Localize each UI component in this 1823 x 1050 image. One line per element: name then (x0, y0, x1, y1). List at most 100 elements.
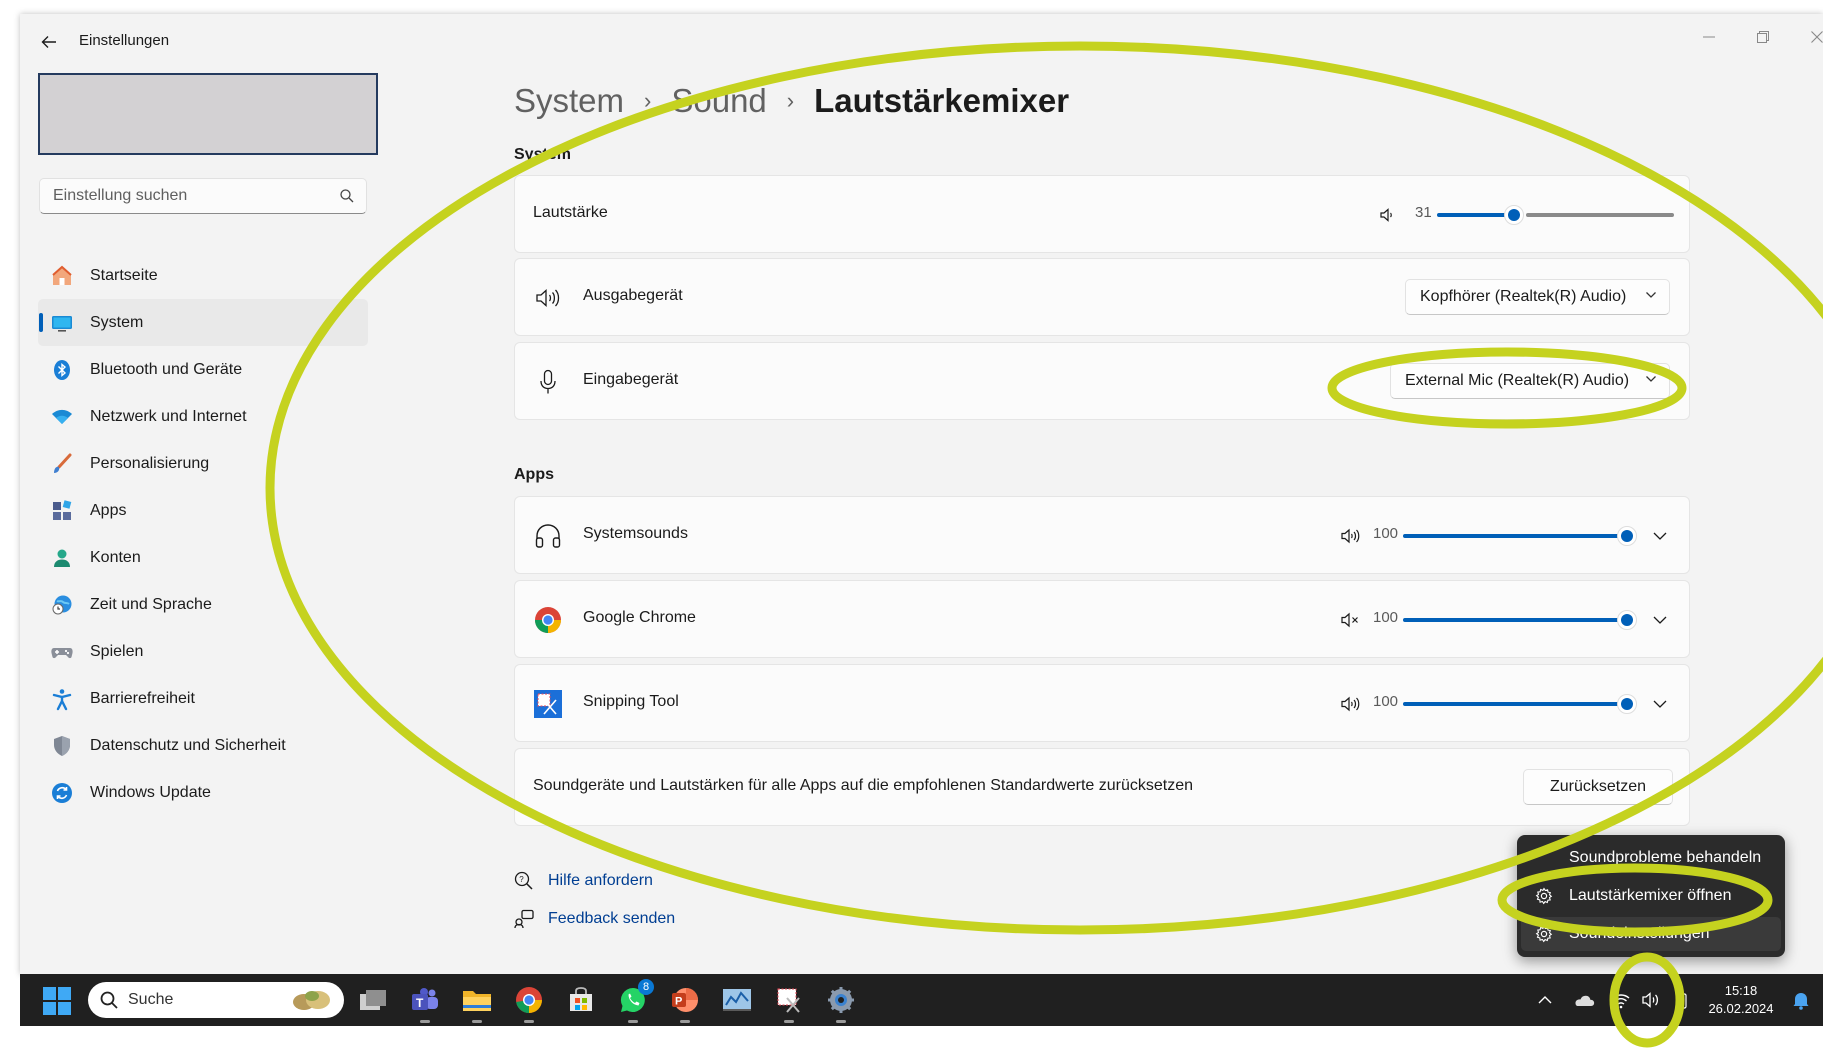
breadcrumb-system-link[interactable]: System (514, 82, 624, 120)
slider-thumb[interactable] (1504, 205, 1525, 225)
muted-speaker-icon[interactable] (1339, 605, 1363, 635)
slider-thumb[interactable] (1617, 694, 1637, 714)
back-button[interactable] (34, 28, 64, 56)
app-volume-slider[interactable] (1403, 605, 1637, 635)
monitor-icon (47, 308, 77, 338)
microphone-icon (533, 367, 563, 397)
taskbar-clock[interactable]: 15:18 26.02.2024 (1706, 982, 1776, 1018)
gear-icon (1535, 887, 1557, 905)
home-icon (47, 261, 77, 291)
taskbar-explorer[interactable] (460, 983, 494, 1023)
chevron-up-icon (1538, 996, 1552, 1004)
taskbar-snipping-tool[interactable] (772, 983, 806, 1023)
cloud-icon (1575, 995, 1595, 1006)
breadcrumb-sound-link[interactable]: Sound (671, 82, 766, 120)
bell-icon (1793, 993, 1809, 1010)
app-volume-value: 100 (1373, 693, 1399, 710)
taskbar-task-view[interactable] (356, 983, 390, 1017)
sidebar-item-konten[interactable]: Konten (38, 534, 368, 581)
brush-icon (47, 449, 77, 479)
sidebar-item-barrierefreiheit[interactable]: Barrierefreiheit (38, 675, 368, 722)
feedback-link[interactable]: Feedback senden (514, 909, 675, 929)
sidebar-item-zeit[interactable]: Zeit und Sprache (38, 581, 368, 628)
gamepad-icon (47, 637, 77, 667)
sidebar-item-label: Konten (90, 548, 141, 566)
sidebar-item-apps[interactable]: Apps (38, 487, 368, 534)
sidebar-item-label: Apps (90, 501, 127, 519)
battery-tray-icon[interactable] (1670, 988, 1694, 1012)
settings-search-input[interactable] (51, 186, 325, 206)
user-profile-redacted[interactable] (38, 73, 378, 155)
taskbar-store[interactable] (564, 983, 598, 1017)
taskbar-powerpoint[interactable]: P (668, 983, 702, 1023)
taskbar-teams[interactable]: T (408, 983, 442, 1023)
search-highlight-icon (293, 991, 330, 1010)
wifi-icon (1612, 994, 1630, 1009)
app-volume-card-systemsounds: Systemsounds 100 (514, 496, 1690, 574)
menu-item-label: Soundprobleme behandeln (1569, 849, 1762, 866)
sidebar-item-startseite[interactable]: Startseite (38, 252, 368, 299)
app-name: Snipping Tool (583, 693, 679, 710)
volume-tray-icon[interactable] (1639, 988, 1663, 1012)
help-link[interactable]: ? Hilfe anfordern (514, 871, 653, 891)
restore-button[interactable] (1736, 20, 1790, 54)
output-device-dropdown[interactable]: Kopfhörer (Realtek(R) Audio) (1405, 279, 1670, 315)
slider-thumb[interactable] (1617, 610, 1637, 630)
feedback-link-label: Feedback senden (548, 910, 676, 927)
menu-item-sound-settings[interactable]: Soundeinstellungen (1521, 917, 1781, 951)
taskbar-chart-app[interactable] (720, 983, 754, 1017)
expand-button[interactable] (1645, 689, 1675, 719)
onedrive-tray-icon[interactable] (1572, 988, 1596, 1012)
breadcrumb: System › Sound › Lautstärkemixer (514, 82, 1069, 120)
start-button[interactable] (42, 986, 72, 1016)
app-speaker-icon[interactable] (1339, 521, 1363, 551)
clock-date: 26.02.2024 (1708, 1001, 1774, 1016)
sidebar-item-datenschutz[interactable]: Datenschutz und Sicherheit (38, 722, 368, 769)
notification-bell-button[interactable] (1789, 988, 1813, 1012)
sidebar-item-spielen[interactable]: Spielen (38, 628, 368, 675)
sidebar-item-system[interactable]: System (38, 299, 368, 346)
input-device-label: Eingabegerät (583, 371, 679, 388)
menu-item-open-mixer[interactable]: Lautstärkemixer öffnen (1521, 879, 1781, 913)
minimize-button[interactable] (1682, 20, 1736, 54)
app-volume-slider[interactable] (1403, 689, 1637, 719)
master-volume-value: 31 (1415, 204, 1432, 221)
slider-thumb[interactable] (1617, 526, 1637, 546)
master-volume-card: Lautstärke 31 (514, 175, 1690, 253)
speaker-icon[interactable] (1375, 200, 1399, 230)
taskbar-settings[interactable] (824, 983, 858, 1023)
output-device-card: Ausgabegerät Kopfhörer (Realtek(R) Audio… (514, 258, 1690, 336)
headphones-icon (533, 521, 563, 551)
reset-button[interactable]: Zurücksetzen (1523, 769, 1673, 805)
settings-window: Einstellungen Startseite System (20, 14, 1823, 974)
slider-fill (1403, 618, 1621, 622)
gear-icon (828, 987, 854, 1013)
speaker-icon (1642, 992, 1659, 1008)
sidebar-item-bluetooth[interactable]: Bluetooth und Geräte (38, 346, 368, 393)
taskbar-whatsapp[interactable]: 8 (616, 979, 654, 1023)
app-speaker-icon[interactable] (1339, 689, 1363, 719)
close-button[interactable] (1790, 20, 1823, 54)
taskbar-search[interactable]: Suche (88, 982, 344, 1018)
app-volume-slider[interactable] (1403, 521, 1637, 551)
menu-item-troubleshoot[interactable]: Soundprobleme behandeln (1521, 841, 1781, 875)
network-tray-icon[interactable] (1609, 988, 1633, 1012)
active-indicator (39, 313, 43, 332)
sidebar-item-windows-update[interactable]: Windows Update (38, 769, 368, 816)
sidebar-item-personalisierung[interactable]: Personalisierung (38, 440, 368, 487)
input-device-dropdown[interactable]: External Mic (Realtek(R) Audio) (1390, 363, 1670, 399)
menu-item-label: Lautstärkemixer öffnen (1569, 887, 1732, 904)
reset-card: Soundgeräte und Lautstärken für alle App… (514, 748, 1690, 826)
taskbar-chrome[interactable] (512, 983, 546, 1023)
settings-search-box[interactable] (39, 178, 367, 214)
expand-button[interactable] (1645, 605, 1675, 635)
chevron-down-icon (1653, 700, 1667, 708)
gear-icon (1535, 925, 1557, 943)
master-volume-slider[interactable] (1437, 200, 1674, 230)
teams-icon: T (412, 988, 438, 1010)
show-hidden-icons-button[interactable] (1533, 988, 1557, 1012)
apps-icon (47, 496, 77, 526)
sidebar-item-netzwerk[interactable]: Netzwerk und Internet (38, 393, 368, 440)
sidebar-nav: Startseite System Bluetooth und Geräte N… (38, 252, 368, 816)
expand-button[interactable] (1645, 521, 1675, 551)
